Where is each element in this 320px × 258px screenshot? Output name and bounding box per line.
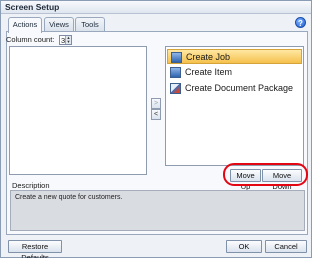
list-item[interactable]: Create Job	[167, 49, 302, 64]
list-item[interactable]: Create Item	[167, 65, 302, 80]
highlight-ring	[223, 163, 308, 186]
title-bar: Screen Setup	[1, 1, 311, 14]
add-button[interactable]: >	[151, 98, 161, 109]
cancel-button[interactable]: Cancel	[265, 240, 307, 253]
dialog-title: Screen Setup	[5, 2, 60, 12]
description-label: Description	[12, 181, 50, 190]
ok-button[interactable]: OK	[226, 240, 262, 253]
available-actions-list[interactable]	[9, 46, 147, 175]
column-count-label: Column count:	[6, 35, 55, 44]
create-job-icon	[171, 52, 182, 63]
screen-setup-dialog: Screen Setup ? Actions Views Tools Colum…	[0, 0, 312, 258]
help-icon[interactable]: ?	[295, 17, 306, 28]
tab-views[interactable]: Views	[44, 17, 74, 32]
restore-defaults-button[interactable]: Restore Defaults	[8, 240, 62, 258]
list-item-label: Create Job	[186, 52, 231, 62]
remove-button[interactable]: <	[151, 109, 161, 120]
description-text: Create a new quote for customers.	[10, 190, 305, 231]
stepper-down-icon[interactable]: ▼	[65, 40, 71, 44]
selected-actions-list[interactable]: Create Job Create Item Create Document P…	[165, 46, 304, 166]
list-item-label: Create Document Package	[185, 83, 294, 93]
create-item-icon	[170, 67, 181, 78]
list-item[interactable]: Create Document Package	[167, 81, 302, 96]
list-item-label: Create Item	[185, 67, 233, 77]
document-package-icon	[170, 83, 181, 94]
tab-tools[interactable]: Tools	[75, 17, 105, 32]
tab-actions[interactable]: Actions	[8, 17, 42, 33]
